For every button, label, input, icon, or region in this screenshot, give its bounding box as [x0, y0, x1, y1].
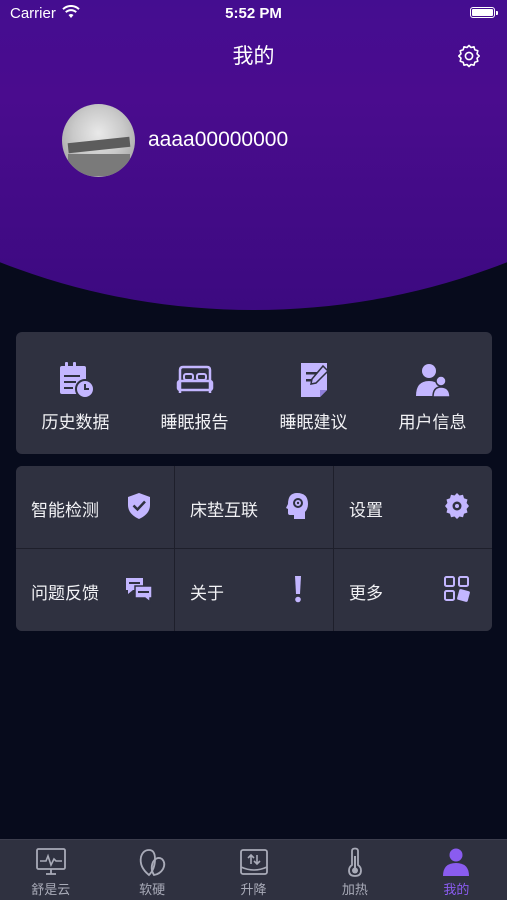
- more-item[interactable]: 更多: [334, 549, 492, 631]
- tab-mine-label: 我的: [443, 883, 470, 898]
- leaves-icon: [139, 849, 166, 877]
- user-info-button[interactable]: 用户信息: [373, 332, 492, 454]
- tab-firmness-label: 软硬: [139, 883, 166, 898]
- head-brain-icon: [286, 493, 308, 519]
- settings-label: 设置: [349, 501, 383, 521]
- tab-heating-label: 加热: [341, 883, 368, 898]
- exclamation-icon: [295, 576, 301, 603]
- tab-home-label: 舒是云: [31, 883, 71, 898]
- tab-firmness[interactable]: 软硬: [101, 840, 202, 900]
- sleep-advice-button[interactable]: 睡眠建议: [254, 332, 373, 454]
- history-data-label: 历史数据: [41, 413, 110, 433]
- feedback-label: 问题反馈: [31, 584, 99, 604]
- feedback-item[interactable]: 问题反馈: [16, 549, 174, 631]
- tab-lift[interactable]: 升降: [203, 840, 304, 900]
- status-bar: Carrier 5:52 PM: [0, 0, 507, 28]
- clock: 5:52 PM: [225, 5, 282, 22]
- username: aaaa00000000: [148, 128, 289, 151]
- tab-heating[interactable]: 加热: [304, 840, 405, 900]
- quick-actions-card: 历史数据 睡眠报告 睡眠建议 用户信息: [16, 332, 492, 454]
- note-edit-icon: [300, 363, 329, 397]
- grid-more-icon: [444, 576, 470, 602]
- tab-home[interactable]: 舒是云: [0, 840, 101, 900]
- sleep-advice-label: 睡眠建议: [279, 413, 348, 433]
- gear-icon: [445, 493, 469, 519]
- smart-detection-item[interactable]: 智能检测: [16, 466, 174, 548]
- monitor-wave-icon: [35, 848, 66, 875]
- smart-detection-label: 智能检测: [31, 501, 99, 521]
- thermometer-icon: [348, 847, 362, 877]
- sleep-report-button[interactable]: 睡眠报告: [135, 332, 254, 454]
- history-data-button[interactable]: 历史数据: [16, 332, 135, 454]
- calendar-clock-icon: [59, 362, 95, 399]
- lift-icon: [239, 849, 268, 875]
- menu-card: 智能检测 床垫互联 设置 问题反馈 关于 更多: [16, 466, 492, 631]
- avatar[interactable]: [62, 104, 135, 177]
- mattress-connect-item[interactable]: 床垫互联: [175, 466, 333, 548]
- sleep-report-label: 睡眠报告: [160, 413, 229, 433]
- chat-bubbles-icon: [126, 578, 153, 604]
- user-info-label: 用户信息: [398, 413, 467, 433]
- settings-item[interactable]: 设置: [334, 466, 492, 548]
- battery-icon: [470, 7, 498, 18]
- page-title: 我的: [232, 44, 275, 68]
- users-icon: [415, 364, 451, 398]
- about-label: 关于: [190, 584, 224, 604]
- about-item[interactable]: 关于: [175, 549, 333, 631]
- person-icon: [443, 848, 470, 876]
- more-label: 更多: [349, 584, 383, 604]
- tab-lift-label: 升降: [240, 883, 267, 898]
- mattress-connect-label: 床垫互联: [190, 501, 258, 521]
- tab-mine[interactable]: 我的: [406, 840, 507, 900]
- bed-icon: [176, 365, 213, 393]
- tab-bar: 舒是云 软硬 升降 加热 我的: [0, 839, 507, 900]
- settings-gear-icon[interactable]: [457, 44, 481, 68]
- shield-check-icon: [128, 493, 150, 519]
